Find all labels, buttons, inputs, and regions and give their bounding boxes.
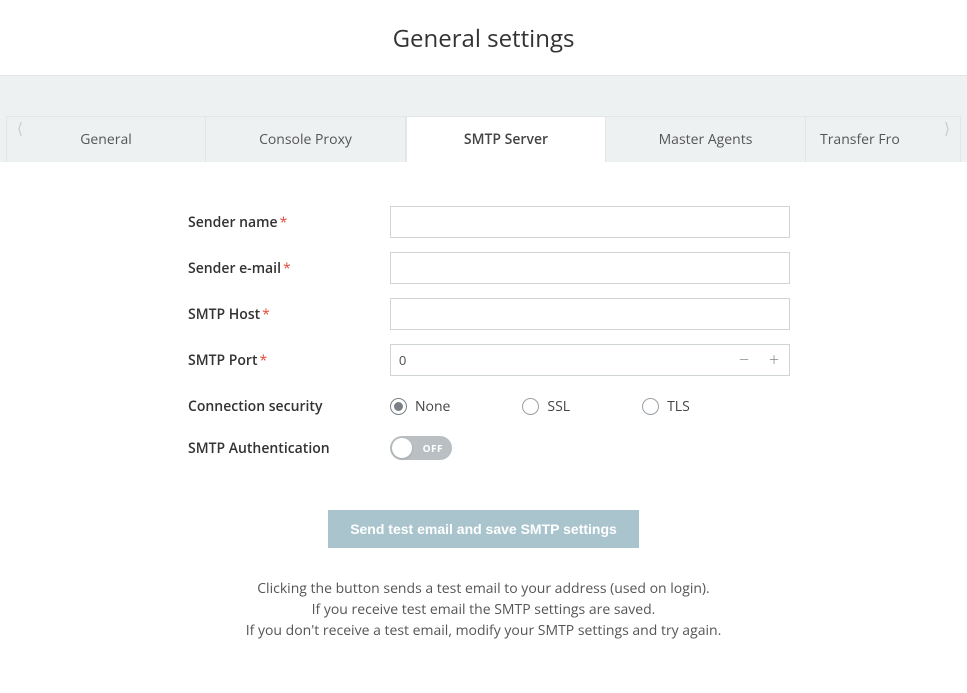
required-mark: * bbox=[280, 213, 288, 232]
hint-line-2: If you receive test email the SMTP setti… bbox=[6, 599, 961, 620]
label-smtp-auth: SMTP Authentication bbox=[6, 439, 390, 458]
tab-label: Transfer Fro bbox=[820, 130, 900, 149]
label-text: Sender name bbox=[188, 213, 278, 232]
row-smtp-host: SMTP Host* bbox=[6, 298, 961, 330]
label-text: Connection security bbox=[188, 397, 322, 416]
tabs-scroll-right[interactable]: ⟩ bbox=[937, 117, 957, 139]
radio-tls[interactable]: TLS bbox=[642, 397, 690, 416]
label-text: SMTP Authentication bbox=[188, 439, 330, 458]
radio-ssl[interactable]: SSL bbox=[522, 397, 570, 416]
label-text: Sender e-mail bbox=[188, 259, 281, 278]
tab-label: General bbox=[80, 130, 132, 149]
page-title: General settings bbox=[0, 0, 967, 76]
radio-label: None bbox=[415, 397, 450, 416]
connection-security-radios: None SSL TLS bbox=[390, 390, 790, 422]
hint-line-1: Clicking the button sends a test email t… bbox=[6, 578, 961, 599]
smtp-auth-toggle[interactable]: OFF bbox=[390, 436, 452, 460]
sender-name-input[interactable] bbox=[390, 206, 790, 238]
label-sender-email: Sender e-mail* bbox=[6, 259, 390, 278]
tab-console-proxy[interactable]: Console Proxy bbox=[206, 116, 406, 162]
smtp-host-input[interactable] bbox=[390, 298, 790, 330]
row-smtp-auth: SMTP Authentication OFF bbox=[6, 436, 961, 460]
stepper-decrement[interactable]: − bbox=[729, 345, 759, 375]
radio-dot-icon bbox=[394, 402, 403, 411]
label-smtp-host: SMTP Host* bbox=[6, 305, 390, 324]
hint-text: Clicking the button sends a test email t… bbox=[6, 578, 961, 641]
smtp-port-stepper: − + bbox=[390, 344, 790, 376]
tab-label: SMTP Server bbox=[464, 130, 548, 149]
row-connection-security: Connection security None SSL TLS bbox=[6, 390, 961, 422]
radio-circle-icon bbox=[642, 398, 659, 415]
smtp-port-input[interactable] bbox=[391, 345, 729, 375]
tab-label: Master Agents bbox=[659, 130, 753, 149]
action-area: Send test email and save SMTP settings bbox=[6, 510, 961, 548]
tabs: General Console Proxy SMTP Server Master… bbox=[6, 116, 961, 162]
label-sender-name: Sender name* bbox=[6, 213, 390, 232]
required-mark: * bbox=[262, 305, 270, 324]
tab-label: Console Proxy bbox=[259, 130, 352, 149]
tab-general[interactable]: General bbox=[6, 116, 206, 162]
label-text: SMTP Port bbox=[188, 351, 257, 370]
tabs-scroll-left[interactable]: ⟨ bbox=[10, 117, 30, 139]
label-smtp-port: SMTP Port* bbox=[6, 351, 390, 370]
label-connection-security: Connection security bbox=[6, 397, 390, 416]
radio-circle-icon bbox=[522, 398, 539, 415]
tab-master-agents[interactable]: Master Agents bbox=[606, 116, 806, 162]
toggle-knob-icon bbox=[392, 438, 412, 458]
tab-smtp-server[interactable]: SMTP Server bbox=[406, 116, 606, 162]
smtp-settings-panel: Sender name* Sender e-mail* SMTP Host* S… bbox=[6, 162, 961, 693]
stepper-increment[interactable]: + bbox=[759, 345, 789, 375]
required-mark: * bbox=[259, 351, 267, 370]
hint-line-3: If you don't receive a test email, modif… bbox=[6, 620, 961, 641]
radio-label: TLS bbox=[667, 397, 690, 416]
row-sender-email: Sender e-mail* bbox=[6, 252, 961, 284]
label-text: SMTP Host bbox=[188, 305, 260, 324]
radio-label: SSL bbox=[547, 397, 570, 416]
radio-circle-icon bbox=[390, 398, 407, 415]
tabs-container: ⟨ General Console Proxy SMTP Server Mast… bbox=[0, 76, 967, 162]
required-mark: * bbox=[283, 259, 291, 278]
row-smtp-port: SMTP Port* − + bbox=[6, 344, 961, 376]
sender-email-input[interactable] bbox=[390, 252, 790, 284]
toggle-state-text: OFF bbox=[423, 441, 443, 455]
radio-none[interactable]: None bbox=[390, 397, 450, 416]
row-sender-name: Sender name* bbox=[6, 206, 961, 238]
send-test-email-button[interactable]: Send test email and save SMTP settings bbox=[328, 510, 639, 548]
